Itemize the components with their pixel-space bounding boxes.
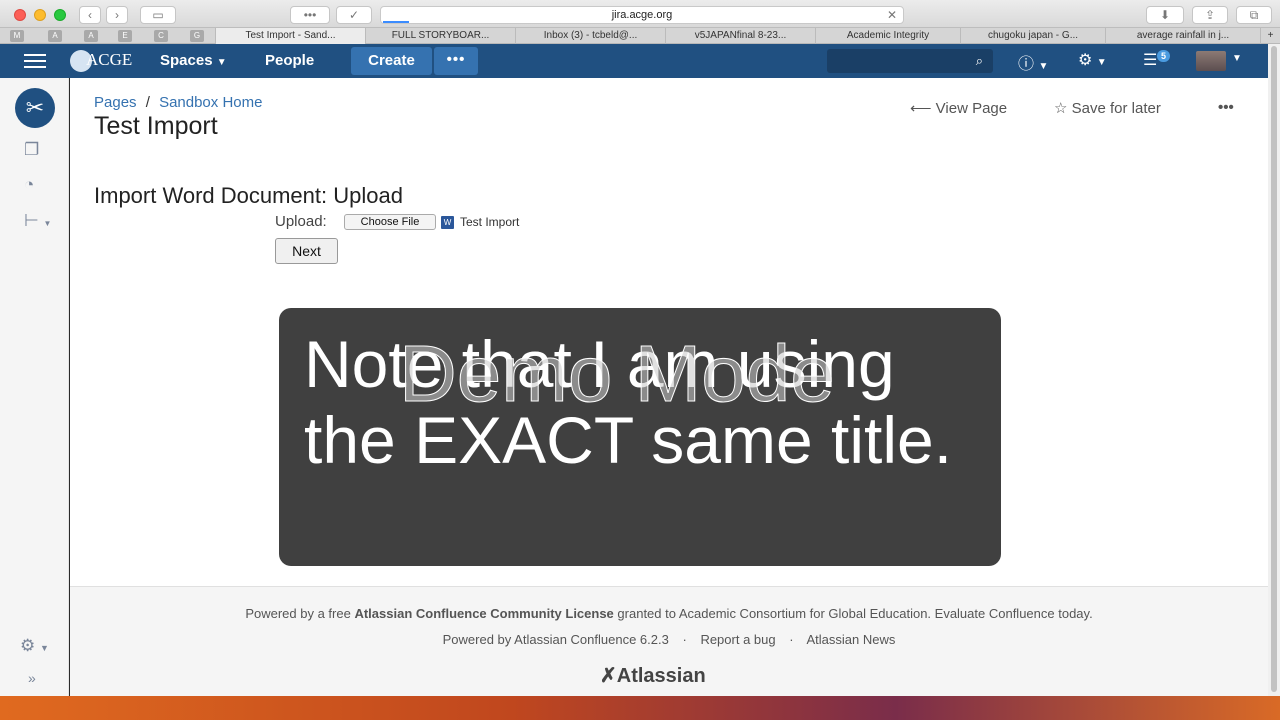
tab-test-import[interactable]: Test Import - Sand... xyxy=(215,28,365,44)
tabs-overview-icon[interactable]: ⧉ xyxy=(1236,6,1272,24)
tab-bar: M A A E C G Test Import - Sand... FULL S… xyxy=(0,28,1280,44)
footer-separator: · xyxy=(789,632,794,647)
chevron-down-icon[interactable]: ▼ xyxy=(1232,53,1242,64)
pinned-tab[interactable]: M xyxy=(10,30,24,42)
tab-average-rainfall[interactable]: average rainfall in j... xyxy=(1105,28,1260,44)
save-for-later-link[interactable]: ☆ Save for later xyxy=(1054,99,1161,117)
footer-separator: · xyxy=(682,632,687,647)
spaces-label: Spaces xyxy=(160,52,213,69)
desktop-background xyxy=(0,696,1280,720)
tab-inbox[interactable]: Inbox (3) - tcbeld@... xyxy=(515,28,665,44)
share-icon[interactable]: ⇪ xyxy=(1192,6,1228,24)
atlassian-logo[interactable]: ✗Atlassian xyxy=(600,663,706,688)
breadcrumb-pages[interactable]: Pages xyxy=(94,94,137,111)
arrow-left-icon: ⟵ xyxy=(910,100,936,117)
chevron-down-icon: ▼ xyxy=(216,57,227,68)
license-link[interactable]: Atlassian Confluence Community License xyxy=(354,606,613,621)
stop-loading-icon[interactable]: ✕ xyxy=(887,7,897,23)
import-heading: Import Word Document: Upload xyxy=(94,183,403,208)
pinned-tab[interactable]: C xyxy=(154,30,168,42)
search-input[interactable]: ⌕ xyxy=(827,49,993,73)
page-tree-icon[interactable]: ⊢ ▼ xyxy=(24,211,51,231)
license-prefix: Powered by a free xyxy=(245,606,351,621)
sidebar-toggle-icon[interactable]: ▭ xyxy=(140,6,176,24)
bookmark-icon[interactable]: ✓ xyxy=(336,6,372,24)
pinned-tab[interactable]: A xyxy=(48,30,62,42)
atlassian-news-link[interactable]: Atlassian News xyxy=(806,632,895,647)
expand-sidebar-icon[interactable]: » xyxy=(28,670,36,686)
next-button[interactable]: Next xyxy=(275,238,338,264)
page-scrollbar[interactable] xyxy=(1268,44,1280,696)
avatar[interactable] xyxy=(1196,51,1226,71)
create-more-button[interactable]: ••• xyxy=(434,47,478,75)
choose-file-button[interactable]: Choose File xyxy=(344,214,436,230)
pages-icon[interactable]: ❐ xyxy=(24,140,39,160)
spaces-menu[interactable]: Spaces ▼ xyxy=(160,52,227,69)
star-icon: ☆ xyxy=(1054,100,1072,117)
caption-overlay: Note that I am using the EXACT same titl… xyxy=(279,308,1001,566)
atlassian-logo-icon: ✗ xyxy=(600,665,617,687)
save-for-later-label: Save for later xyxy=(1071,100,1161,117)
menu-icon[interactable] xyxy=(24,54,46,68)
browser-titlebar: ‹ › ▭ ••• ✓ jira.acge.org ✕ ⬇ ⇪ ⧉ xyxy=(0,0,1280,28)
report-bug-link[interactable]: Report a bug xyxy=(700,632,775,647)
tab-chugoku-japan[interactable]: chugoku japan - G... xyxy=(960,28,1105,44)
people-link[interactable]: People xyxy=(265,52,314,69)
pinned-tab[interactable]: A xyxy=(84,30,98,42)
selected-file-name: Test Import xyxy=(460,215,520,229)
page-title: Test Import xyxy=(94,112,218,140)
space-logo-icon[interactable]: ✂ xyxy=(15,88,55,128)
page-more-actions-button[interactable]: ••• xyxy=(1218,99,1234,116)
view-page-link[interactable]: ⟵ View Page xyxy=(910,99,1007,117)
license-suffix: granted to Academic Consortium for Globa… xyxy=(617,606,1093,621)
breadcrumb-sandbox-home[interactable]: Sandbox Home xyxy=(159,94,262,111)
notification-badge: 5 xyxy=(1157,50,1171,62)
help-icon[interactable]: ⓘ ▼ xyxy=(1018,50,1048,74)
demo-mode-watermark: Demo Mode xyxy=(399,329,836,419)
app-header: ACGE Spaces ▼ People Create ••• ⌕ ⓘ ▼ ⚙ … xyxy=(0,44,1268,78)
space-sidebar: ✂ ❐ ◔ ⊢ ▼ ⚙ ▼ » xyxy=(0,78,69,696)
view-page-label: View Page xyxy=(935,100,1008,117)
extension-icon[interactable]: ••• xyxy=(290,6,330,24)
word-document-icon: W xyxy=(441,216,454,229)
footer-links: Powered by Atlassian Confluence 6.2.3 · … xyxy=(70,632,1268,647)
create-button[interactable]: Create xyxy=(351,47,432,75)
breadcrumb: Pages / Sandbox Home xyxy=(94,94,262,111)
maximize-window-button[interactable] xyxy=(54,9,66,21)
tab-academic-integrity[interactable]: Academic Integrity xyxy=(815,28,960,44)
forward-icon[interactable]: › xyxy=(106,6,128,24)
license-notice: Powered by a free Atlassian Confluence C… xyxy=(70,606,1268,621)
tab-japan-final[interactable]: v5JAPANfinal 8-23... xyxy=(665,28,815,44)
pinned-tab[interactable]: E xyxy=(118,30,132,42)
upload-label: Upload: xyxy=(275,213,327,230)
search-icon: ⌕ xyxy=(975,53,983,68)
loading-progress xyxy=(383,21,409,23)
address-bar[interactable]: jira.acge.org ✕ xyxy=(380,6,904,24)
atlassian-logo-text: Atlassian xyxy=(616,665,706,687)
page-footer: Powered by a free Atlassian Confluence C… xyxy=(70,586,1268,696)
close-window-button[interactable] xyxy=(14,9,26,21)
back-icon[interactable]: ‹ xyxy=(79,6,101,24)
breadcrumb-separator: / xyxy=(145,94,150,111)
gear-icon[interactable]: ⚙ ▼ xyxy=(1078,50,1107,70)
url-text: jira.acge.org xyxy=(611,9,673,21)
logo-text: ACGE xyxy=(86,50,133,69)
space-settings-icon[interactable]: ⚙ ▼ xyxy=(20,636,49,656)
downloads-icon[interactable]: ⬇ xyxy=(1146,6,1184,24)
scrollbar-thumb[interactable] xyxy=(1271,46,1277,692)
rss-icon[interactable]: ◔ xyxy=(24,175,34,195)
pinned-tab[interactable]: G xyxy=(190,30,204,42)
minimize-window-button[interactable] xyxy=(34,9,46,21)
notifications-icon[interactable]: ☰ xyxy=(1143,50,1157,70)
powered-by-link[interactable]: Powered by Atlassian Confluence 6.2.3 xyxy=(443,632,669,647)
new-tab-button[interactable]: + xyxy=(1260,28,1280,44)
tab-storyboard[interactable]: FULL STORYBOAR... xyxy=(365,28,515,44)
